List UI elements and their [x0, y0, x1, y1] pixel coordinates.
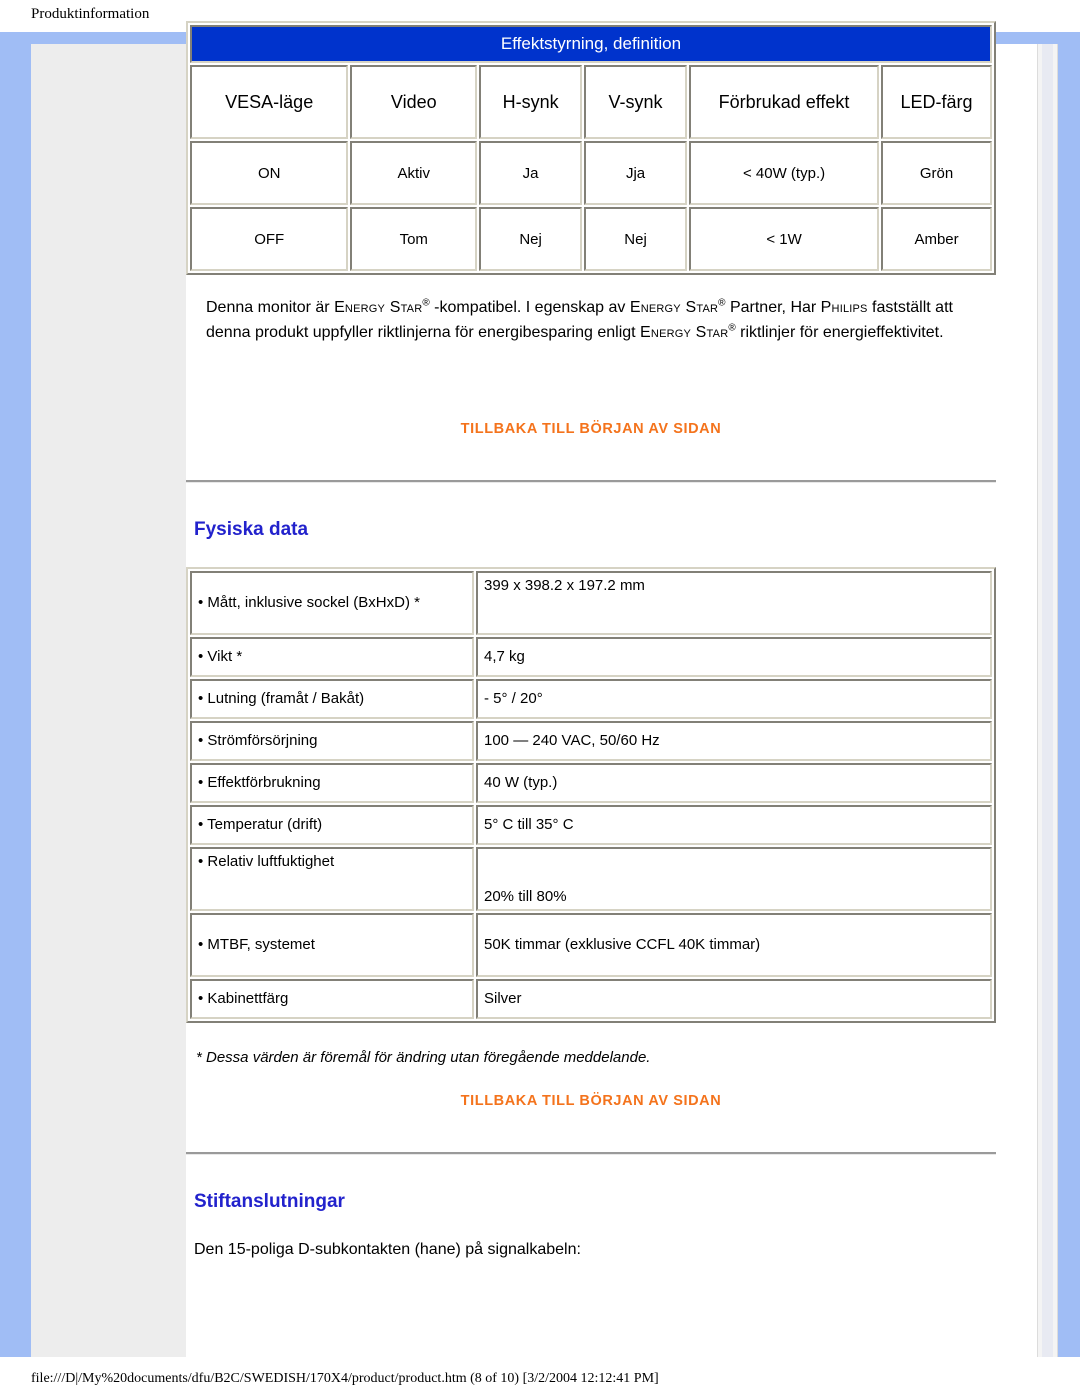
pin-assignments-text: Den 15-poliga D-subkontakten (hane) på s…: [194, 1240, 581, 1258]
back-to-top-link[interactable]: TILLBAKA TILL BÖRJAN AV SIDAN: [461, 421, 722, 437]
back-to-top-container-1: TILLBAKA TILL BÖRJAN AV SIDAN: [186, 420, 996, 438]
cell-video: Tom: [350, 207, 478, 271]
row-value: 100 — 240 VAC, 50/60 Hz: [476, 720, 992, 761]
cell-h-sync: Nej: [479, 207, 583, 271]
table-row: • Relativ luftfuktighet 20% till 80%: [190, 846, 992, 911]
es-text-e: riktlinjer för energieffektivitet.: [735, 324, 944, 342]
cell-v-sync: Nej: [584, 207, 688, 271]
table-row: • Temperatur (drift) 5° C till 35° C: [190, 804, 992, 845]
row-value: 50K timmar (exklusive CCFL 40K timmar): [476, 912, 992, 977]
section-divider: [186, 479, 996, 483]
row-label: • Vikt *: [190, 636, 474, 677]
cell-vesa-mode: ON: [190, 141, 349, 205]
row-value: 4,7 kg: [476, 636, 992, 677]
vertical-scrollbar[interactable]: [1037, 44, 1058, 1357]
physical-data-footnote: * Dessa värden är föremål för ändring ut…: [196, 1048, 651, 1066]
row-value: 5° C till 35° C: [476, 804, 992, 845]
registered-mark-icon: ®: [718, 297, 726, 309]
row-label: • MTBF, systemet: [190, 912, 474, 977]
table-row: • Kabinettfärg Silver: [190, 978, 992, 1019]
cell-power-used: < 1W: [689, 207, 880, 271]
row-label: • Temperatur (drift): [190, 804, 474, 845]
table-row: • Effektförbrukning 40 W (typ.): [190, 762, 992, 803]
row-label: • Relativ luftfuktighet: [190, 846, 474, 911]
power-management-table: Effektstyrning, definition VESA-läge Vid…: [186, 21, 996, 275]
section-heading-pin-assignments: Stiftanslutningar: [194, 1190, 345, 1212]
es-brand-3: Energy Star: [640, 324, 729, 342]
table-row: • Strömförsörjning 100 — 240 VAC, 50/60 …: [190, 720, 992, 761]
row-value: - 5° / 20°: [476, 678, 992, 719]
back-to-top-link[interactable]: TILLBAKA TILL BÖRJAN AV SIDAN: [461, 1093, 722, 1109]
row-value: 399 x 398.2 x 197.2 mm: [476, 570, 992, 635]
table-header-row: VESA-läge Video H-synk V-synk Förbrukad …: [190, 65, 992, 139]
column-header-vesa-mode: VESA-läge: [190, 65, 349, 139]
row-label: • Strömförsörjning: [190, 720, 474, 761]
physical-data-table: • Mått, inklusive sockel (BxHxD) * 399 x…: [186, 566, 996, 1023]
es-text-b: -kompatibel. I egenskap av: [429, 299, 630, 316]
row-value: 40 W (typ.): [476, 762, 992, 803]
table-row: ON Aktiv Ja Jja < 40W (typ.) Grön: [190, 141, 992, 205]
cell-power-used: < 40W (typ.): [689, 141, 880, 205]
es-brand-2: Energy Star: [629, 299, 719, 316]
status-bar-path: file:///D|/My%20documents/dfu/B2C/SWEDIS…: [31, 1371, 659, 1386]
cell-led-color: Grön: [881, 141, 992, 205]
es-text-c: Partner, Har: [725, 299, 821, 316]
power-management-title: Effektstyrning, definition: [190, 25, 992, 63]
column-header-v-sync: V-synk: [584, 65, 688, 139]
section-divider: [186, 1151, 996, 1155]
row-label: • Lutning (framåt / Bakåt): [190, 678, 474, 719]
status-bar: file:///D|/My%20documents/dfu/B2C/SWEDIS…: [0, 1357, 1080, 1397]
main-content: Effektstyrning, definition VESA-läge Vid…: [186, 12, 996, 1259]
row-value: Silver: [476, 978, 992, 1019]
page-title: Produktinformation: [31, 6, 150, 22]
row-value: 20% till 80%: [476, 846, 992, 911]
cell-v-sync: Jja: [584, 141, 688, 205]
cell-led-color: Amber: [881, 207, 992, 271]
registered-mark-icon: ®: [422, 297, 430, 309]
row-label: • Kabinettfärg: [190, 978, 474, 1019]
table-row: OFF Tom Nej Nej < 1W Amber: [190, 207, 992, 271]
energy-star-paragraph: Denna monitor är Energy Star® -kompatibe…: [206, 295, 976, 346]
table-row: • Vikt * 4,7 kg: [190, 636, 992, 677]
column-header-power-used: Förbrukad effekt: [689, 65, 880, 139]
cell-video: Aktiv: [350, 141, 478, 205]
column-header-led-color: LED-färg: [881, 65, 992, 139]
back-to-top-container-2: TILLBAKA TILL BÖRJAN AV SIDAN: [186, 1092, 996, 1110]
registered-mark-icon: ®: [728, 322, 736, 334]
column-header-video: Video: [350, 65, 478, 139]
cell-vesa-mode: OFF: [190, 207, 349, 271]
scrollbar-track[interactable]: [1042, 44, 1053, 1357]
es-brand-1: Energy Star: [334, 299, 423, 316]
cell-h-sync: Ja: [479, 141, 583, 205]
row-label: • Mått, inklusive sockel (BxHxD) *: [190, 570, 474, 635]
es-text-a: Denna monitor är: [206, 299, 335, 316]
row-label: • Effektförbrukning: [190, 762, 474, 803]
philips-brand: Philips: [820, 299, 868, 316]
table-row: • MTBF, systemet 50K timmar (exklusive C…: [190, 912, 992, 977]
left-navigation-column: [31, 44, 186, 1357]
table-title-row: Effektstyrning, definition: [190, 25, 992, 63]
table-row: • Lutning (framåt / Bakåt) - 5° / 20°: [190, 678, 992, 719]
section-heading-physical-data: Fysiska data: [194, 518, 309, 540]
column-header-h-sync: H-synk: [479, 65, 583, 139]
table-row: • Mått, inklusive sockel (BxHxD) * 399 x…: [190, 570, 992, 635]
